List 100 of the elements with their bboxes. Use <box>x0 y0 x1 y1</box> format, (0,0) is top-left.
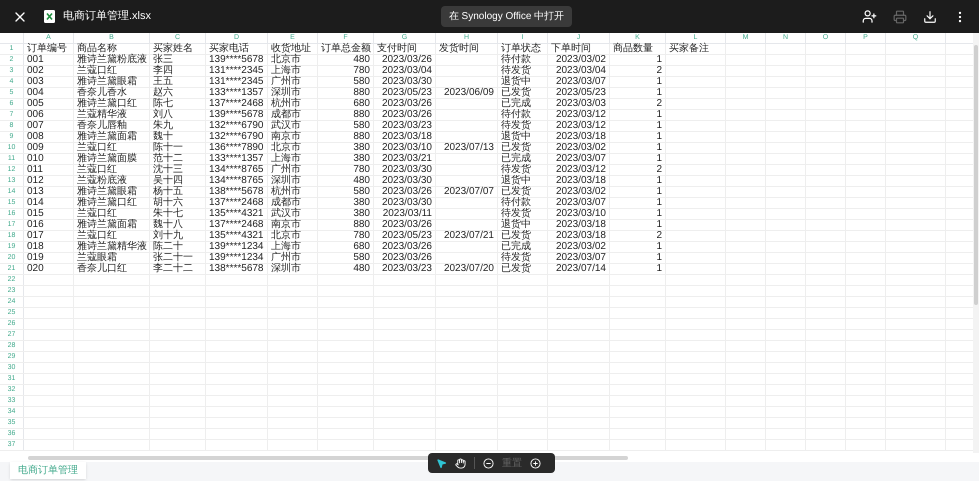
table-cell: 011 <box>27 165 43 175</box>
table-cell: 1 <box>656 242 662 252</box>
table-cell: 香奈儿香水 <box>77 88 127 98</box>
table-cell: 004 <box>27 88 44 98</box>
table-cell: 2023/03/03 <box>556 99 606 109</box>
table-cell: 吴十四 <box>153 176 183 186</box>
table-cell: 雅诗兰黛口红 <box>77 198 137 208</box>
column-title: 买家电话 <box>209 44 249 54</box>
table-cell: 480 <box>353 264 370 274</box>
table-cell: 1 <box>656 132 662 142</box>
table-cell: 已完成 <box>501 154 531 164</box>
table-cell: 880 <box>353 88 370 98</box>
spreadsheet-file-icon <box>44 10 55 23</box>
table-cell: 003 <box>27 77 44 87</box>
table-cell: 2023/03/26 <box>382 220 432 230</box>
column-title: 支付时间 <box>377 44 417 54</box>
table-cell: 香奈儿唇釉 <box>77 121 127 131</box>
download-icon[interactable] <box>923 10 937 24</box>
table-cell: 2023/03/21 <box>382 154 432 164</box>
open-in-office-button[interactable]: 在 Synology Office 中打开 <box>440 6 572 27</box>
table-cell: 1 <box>656 198 662 208</box>
table-cell: 137****2468 <box>209 198 264 208</box>
table-cell: 134****8765 <box>209 176 264 186</box>
table-cell: 132****6790 <box>209 121 264 131</box>
table-cell: 朱十七 <box>153 209 183 219</box>
table-cell: 014 <box>27 198 44 208</box>
table-cell: 杭州市 <box>271 99 301 109</box>
table-cell: 580 <box>353 253 370 263</box>
table-cell: 北京市 <box>271 231 301 241</box>
column-title: 订单状态 <box>501 44 541 54</box>
table-cell: 2023/03/26 <box>382 110 432 120</box>
table-cell: 2023/03/02 <box>556 143 606 153</box>
table-cell: 北京市 <box>271 55 301 65</box>
table-cell: 雅诗兰黛面膜 <box>77 154 137 164</box>
pointer-icon[interactable] <box>436 458 447 468</box>
table-cell: 兰蔻口红 <box>77 165 117 175</box>
table-cell: 已完成 <box>501 99 531 109</box>
table-cell: 兰蔻口红 <box>77 209 117 219</box>
table-cell: 2023/03/12 <box>556 165 606 175</box>
hand-icon[interactable] <box>455 458 466 468</box>
table-cell: 780 <box>353 66 370 76</box>
table-cell: 2023/03/07 <box>556 154 606 164</box>
table-cell: 1 <box>656 55 662 65</box>
table-cell: 1 <box>656 110 662 120</box>
table-cell: 2023/03/07 <box>556 77 606 87</box>
table-cell: 139****5678 <box>209 110 264 120</box>
table-cell: 雅诗兰黛口红 <box>77 99 137 109</box>
sheet-tab[interactable]: 电商订单管理 <box>10 462 86 479</box>
table-cell: 2023/07/21 <box>444 231 494 241</box>
table-cell: 139****1234 <box>209 253 264 263</box>
add-user-icon[interactable] <box>862 9 877 24</box>
table-cell: 010 <box>27 154 44 164</box>
table-cell: 待付款 <box>501 110 531 120</box>
table-cell: 深圳市 <box>271 176 301 186</box>
table-cell: 2023/03/30 <box>382 77 432 87</box>
table-cell: 138****5678 <box>209 264 264 274</box>
table-cell: 2023/07/14 <box>556 264 606 274</box>
table-cell: 广州市 <box>271 165 301 175</box>
table-cell: 015 <box>27 209 44 219</box>
table-cell: 2023/07/13 <box>444 143 494 153</box>
table-cell: 1 <box>656 77 662 87</box>
table-cell: 魏十八 <box>153 220 183 230</box>
table-cell: 成都市 <box>271 198 301 208</box>
table-cell: 南京市 <box>271 132 301 142</box>
zoom-in-icon[interactable] <box>530 458 541 468</box>
table-cell: 880 <box>353 132 370 142</box>
table-cell: 2 <box>656 99 662 109</box>
table-cell: 深圳市 <box>271 88 301 98</box>
table-cell: 兰蔻粉底液 <box>77 176 127 186</box>
table-cell: 133****1357 <box>209 88 264 98</box>
table-cell: 136****7890 <box>209 143 264 153</box>
table-cell: 雅诗兰黛粉底液 <box>77 55 147 65</box>
zoom-out-icon[interactable] <box>483 458 494 468</box>
table-cell: 2 <box>656 66 662 76</box>
table-cell: 133****1357 <box>209 154 264 164</box>
table-cell: 已发货 <box>501 231 531 241</box>
table-cell: 020 <box>27 264 44 274</box>
table-cell: 广州市 <box>271 77 301 87</box>
table-cell: 880 <box>353 220 370 230</box>
table-cell: 雅诗兰黛面霜 <box>77 132 137 142</box>
table-cell: 2023/07/20 <box>444 264 494 274</box>
table-cell: 2023/03/10 <box>556 209 606 219</box>
table-cell: 北京市 <box>271 143 301 153</box>
column-title: 买家备注 <box>669 44 709 54</box>
table-cell: 雅诗兰黛眼霜 <box>77 187 137 197</box>
table-cell: 2023/03/18 <box>556 132 606 142</box>
table-cell: 雅诗兰黛精华液 <box>77 242 147 252</box>
table-cell: 兰蔻口红 <box>77 143 117 153</box>
table-cell: 已发货 <box>501 88 531 98</box>
table-cell: 已发货 <box>501 187 531 197</box>
table-cell: 2023/03/07 <box>556 253 606 263</box>
table-cell: 135****4321 <box>209 209 264 219</box>
table-cell: 待付款 <box>501 55 531 65</box>
table-cell: 李二十二 <box>153 264 193 274</box>
column-title: 商品数量 <box>613 44 653 54</box>
table-cell: 012 <box>27 176 44 186</box>
table-cell: 780 <box>353 165 370 175</box>
table-cell: 杭州市 <box>271 187 301 197</box>
table-cell: 待付款 <box>501 198 531 208</box>
vertical-scrollbar[interactable] <box>973 33 979 453</box>
